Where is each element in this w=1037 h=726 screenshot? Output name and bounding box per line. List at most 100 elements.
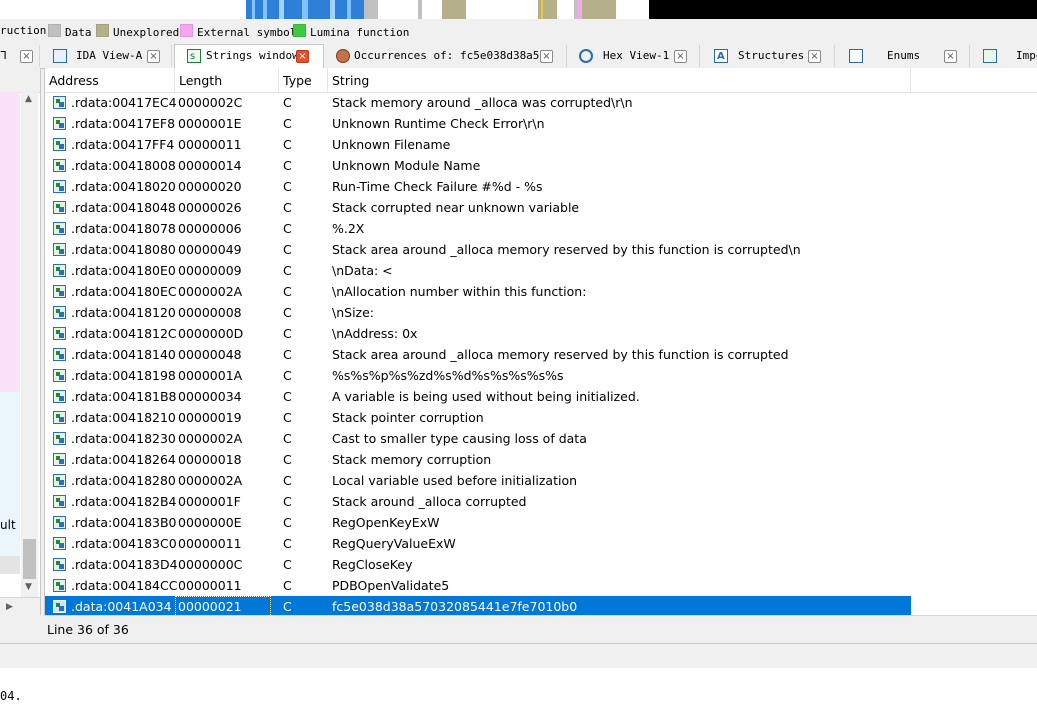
address-cell: .rdata:004180EC [71, 284, 177, 299]
length-cell: 0000001F [178, 494, 241, 509]
tab-structures[interactable]: Structures × [701, 45, 835, 68]
occurrences-icon [336, 49, 350, 63]
tab-ida-view-a[interactable]: IDA View-A × [44, 45, 172, 67]
string-cell: Unknown Runtime Check Error\r\n [332, 116, 545, 131]
column-header-address[interactable]: Address [45, 68, 175, 92]
tab-occurrences-close-icon[interactable]: × [540, 50, 553, 63]
table-row[interactable]: .rdata:004183B0 0000000E C RegOpenKeyExW [45, 512, 911, 533]
table-row[interactable]: .rdata:00418264 00000018 C Stack memory cor… [45, 449, 911, 470]
string-cell: RegOpenKeyExW [332, 515, 440, 530]
type-cell: C [283, 116, 292, 131]
table-row[interactable]: .rdata:00418280 0000002A C Local variable u… [45, 470, 911, 491]
tab-label: IDA View-A [76, 49, 143, 62]
status-line-count: Line 36 of 36 [47, 622, 129, 637]
navigation-band[interactable] [0, 0, 1037, 19]
table-row[interactable]: .rdata:00418230 0000002A C Cast to smaller … [45, 428, 911, 449]
table-row[interactable]: .rdata:00418048 00000026 C Stack corrupted … [45, 197, 911, 218]
tab-imports[interactable]: Impo [971, 45, 1037, 67]
address-cell: .rdata:00418020 [71, 179, 176, 194]
table-row[interactable]: .rdata:00418198 0000001A C %s%s%p%s%zd%s%d%… [45, 365, 911, 386]
string-cell: \nAllocation number within this function… [332, 284, 587, 299]
table-row[interactable]: .rdata:00418020 00000020 C Run-Time Check F… [45, 176, 911, 197]
tab-enums-close-icon[interactable]: × [944, 50, 957, 63]
column-header-type[interactable]: Type [279, 68, 328, 92]
functions-horizontal-scrollbar[interactable]: ▶ [0, 597, 40, 615]
type-cell: C [283, 452, 292, 467]
address-cell: .rdata:004183B0 [71, 515, 177, 530]
address-cell: .rdata:004183C0 [71, 536, 177, 551]
tab-occurrences[interactable]: Occurrences of: fc5e038d38a570 × [325, 45, 567, 67]
left-pane-tab[interactable]: ᒣ × [0, 45, 40, 67]
tab-strings-window[interactable]: Strings window × [174, 44, 324, 68]
table-row[interactable]: .rdata:004181B8 00000034 C A variable is be… [45, 386, 911, 407]
string-cell: RegQueryValueExW [332, 536, 456, 551]
table-row[interactable]: .rdata:00418080 00000049 C Stack area aroun… [45, 239, 911, 260]
string-entry-icon [53, 516, 66, 529]
scroll-down-arrow-icon[interactable]: ▼ [25, 582, 32, 592]
table-row-selected[interactable]: .data:0041A034 00000021 Cfc5e038d38a570320… [45, 596, 911, 615]
string-entry-icon [53, 327, 66, 340]
string-entry-icon [53, 474, 66, 487]
column-header-length[interactable]: Length [175, 68, 279, 92]
table-row[interactable]: .rdata:00418140 00000048 C Stack area aroun… [45, 344, 911, 365]
table-row[interactable]: .rdata:004182B4 0000001F C Stack around _al… [45, 491, 911, 512]
string-cell: \nData: < [332, 263, 393, 278]
tab-hex-view-1-close-icon[interactable]: × [674, 50, 687, 63]
address-cell: .rdata:004181B8 [71, 389, 177, 404]
address-cell: .rdata:004183D4 [71, 557, 178, 572]
string-entry-icon [53, 453, 66, 466]
scrollbar-thumb[interactable] [23, 539, 36, 579]
string-entry-icon [53, 96, 66, 109]
table-row[interactable]: .rdata:00417EC4 0000002C C Stack memory aro… [45, 92, 911, 113]
legend-item-data: Data [48, 24, 92, 39]
tab-enums[interactable]: Enums × [836, 45, 970, 67]
string-cell: Stack pointer corruption [332, 410, 484, 425]
string-entry-icon [53, 117, 66, 130]
string-cell: A variable is being used without being i… [332, 389, 640, 404]
table-row[interactable]: .rdata:004184CC 00000011 C PDBOpenValidate5 [45, 575, 911, 596]
length-cell: 0000001E [178, 116, 242, 131]
string-entry-icon [53, 390, 66, 403]
type-cell: C [283, 347, 292, 362]
function-band [0, 392, 20, 572]
table-row[interactable]: .rdata:004180E0 00000009 C \nData: < [45, 260, 911, 281]
string-cell: Unknown Filename [332, 137, 451, 152]
table-row[interactable]: .rdata:0041812C 0000000D C \nAddress: 0x [45, 323, 911, 344]
strings-icon [187, 46, 201, 68]
string-cell: \nAddress: 0x [332, 326, 418, 341]
tab-hex-view-1[interactable]: Hex View-1 × [568, 45, 700, 67]
table-row[interactable]: .rdata:004183D4 0000000C C RegCloseKey [45, 554, 911, 575]
column-header-string[interactable]: String [328, 68, 911, 92]
address-cell: .rdata:004182B4 [71, 494, 177, 509]
scroll-right-arrow-icon[interactable]: ▶ [6, 602, 13, 612]
tab-ida-view-a-close-icon[interactable]: × [147, 50, 160, 63]
table-row[interactable]: .rdata:00417EF8 0000001E C Unknown Runtime … [45, 113, 911, 134]
type-cell: C [283, 221, 292, 236]
left-pane-close-icon[interactable]: × [20, 50, 33, 63]
table-row[interactable]: .rdata:00417FF4 00000011 C Unknown Filename [45, 134, 911, 155]
table-row[interactable]: .rdata:00418120 00000008 C \nSize: [45, 302, 911, 323]
table-row[interactable]: .rdata:004183C0 00000011 C RegQueryValueExW [45, 533, 911, 554]
functions-vertical-scrollbar[interactable]: ▲ ▼ [21, 92, 38, 597]
table-row[interactable]: .rdata:004180EC 0000002A C \nAllocation num… [45, 281, 911, 302]
length-cell: 0000002A [178, 431, 243, 446]
type-cell: C [283, 137, 292, 152]
tab-strings-window-close-icon[interactable]: × [296, 50, 309, 63]
strings-window[interactable]: Address Length Type String .rdata:00417E… [44, 68, 1037, 615]
string-cell: Stack area around _alloca memory reserve… [332, 347, 789, 362]
table-row[interactable]: .rdata:00418078 00000006 C %.2X [45, 218, 911, 239]
functions-pane[interactable]: ult ▲ ▼ ▶ [0, 68, 41, 615]
table-row[interactable]: .rdata:00418210 00000019 C Stack pointer co… [45, 407, 911, 428]
length-cell: 00000020 [178, 179, 242, 194]
output-text: 04. [0, 689, 22, 703]
legend-swatch-external-symbol [180, 24, 193, 37]
tab-structures-close-icon[interactable]: × [808, 50, 821, 63]
string-entry-icon [53, 411, 66, 424]
table-row[interactable]: .rdata:00418008 00000014 C Unknown Module N… [45, 155, 911, 176]
string-cell: %s%s%p%s%zd%s%d%s%s%s%s%s [332, 368, 564, 383]
output-splitter[interactable] [0, 643, 1037, 669]
output-window[interactable]: 04. [0, 668, 1037, 726]
legend-item-unexplored: Unexplored [96, 24, 179, 39]
scroll-up-arrow-icon[interactable]: ▲ [25, 94, 32, 104]
address-cell: .rdata:00418140 [71, 347, 176, 362]
